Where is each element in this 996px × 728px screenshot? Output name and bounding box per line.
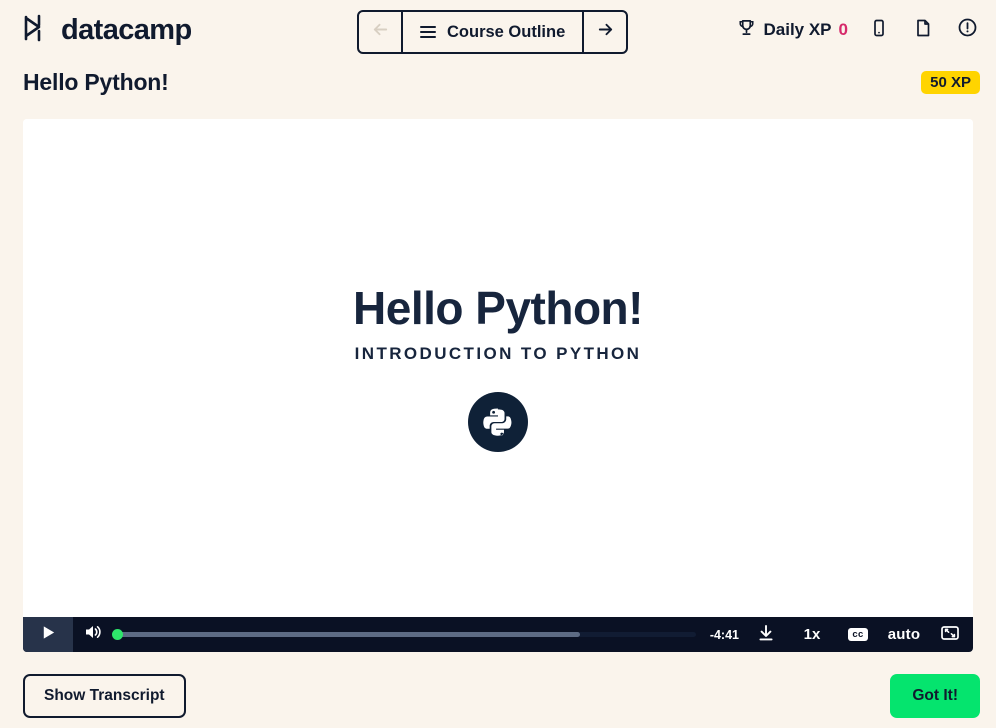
slide-subheading: INTRODUCTION TO PYTHON bbox=[354, 343, 642, 363]
arrow-left-icon bbox=[371, 20, 390, 44]
daily-xp-indicator[interactable]: Daily XP 0 bbox=[737, 18, 848, 42]
course-outline-button[interactable]: Course Outline bbox=[403, 12, 582, 52]
video-player[interactable]: Hello Python! INTRODUCTION TO PYTHON -4:… bbox=[23, 119, 973, 652]
arrow-right-icon bbox=[596, 20, 615, 44]
download-icon bbox=[756, 623, 776, 647]
scrubber-handle[interactable] bbox=[112, 629, 123, 640]
fullscreen-icon bbox=[939, 622, 961, 648]
daily-xp-label: Daily XP bbox=[763, 20, 832, 39]
exercise-footer: Show Transcript Got It! bbox=[0, 672, 996, 720]
top-bar: datacamp Course Outline Daily XP 0 bbox=[0, 0, 996, 60]
exercise-title-row: Hello Python! 50 XP bbox=[0, 60, 996, 104]
trophy-icon bbox=[737, 18, 756, 42]
course-nav-group: Course Outline bbox=[357, 10, 629, 54]
slides-button[interactable] bbox=[910, 17, 936, 43]
course-outline-label: Course Outline bbox=[447, 22, 566, 41]
fullscreen-button[interactable] bbox=[927, 617, 973, 652]
top-bar-right-cluster: Daily XP 0 bbox=[737, 17, 980, 43]
info-circle-icon bbox=[957, 17, 978, 43]
video-control-bar: -4:41 1x cc auto bbox=[23, 617, 973, 652]
report-issue-button[interactable] bbox=[954, 17, 980, 43]
slide-heading: Hello Python! bbox=[353, 281, 643, 334]
brand-name: datacamp bbox=[61, 13, 192, 46]
got-it-button[interactable]: Got It! bbox=[890, 674, 980, 718]
show-transcript-button[interactable]: Show Transcript bbox=[23, 674, 186, 718]
daily-xp-value: 0 bbox=[838, 20, 848, 39]
xp-badge: 50 XP bbox=[921, 70, 980, 94]
brand-logo[interactable]: datacamp bbox=[22, 13, 192, 48]
play-button[interactable] bbox=[23, 617, 73, 652]
time-remaining: -4:41 bbox=[709, 627, 739, 642]
progress-buffered bbox=[117, 632, 581, 637]
page-title: Hello Python! bbox=[23, 68, 169, 95]
progress-scrubber[interactable] bbox=[112, 617, 696, 652]
captions-button[interactable]: cc bbox=[835, 617, 881, 652]
python-logo-icon bbox=[468, 391, 528, 452]
captions-label: cc bbox=[848, 627, 868, 642]
volume-button[interactable] bbox=[73, 617, 113, 652]
quality-button[interactable]: auto bbox=[881, 617, 927, 652]
mobile-app-button[interactable] bbox=[866, 17, 892, 43]
mobile-device-icon bbox=[869, 18, 889, 43]
hamburger-menu-icon bbox=[420, 26, 436, 38]
document-icon bbox=[913, 18, 933, 43]
playback-speed-button[interactable]: 1x bbox=[789, 617, 835, 652]
next-exercise-button[interactable] bbox=[584, 12, 626, 52]
download-button[interactable] bbox=[743, 617, 789, 652]
datacamp-logo-icon bbox=[22, 13, 52, 48]
previous-exercise-button[interactable] bbox=[359, 12, 401, 52]
video-slide: Hello Python! INTRODUCTION TO PYTHON bbox=[23, 119, 973, 617]
volume-on-icon bbox=[83, 622, 103, 647]
play-icon bbox=[40, 624, 57, 646]
